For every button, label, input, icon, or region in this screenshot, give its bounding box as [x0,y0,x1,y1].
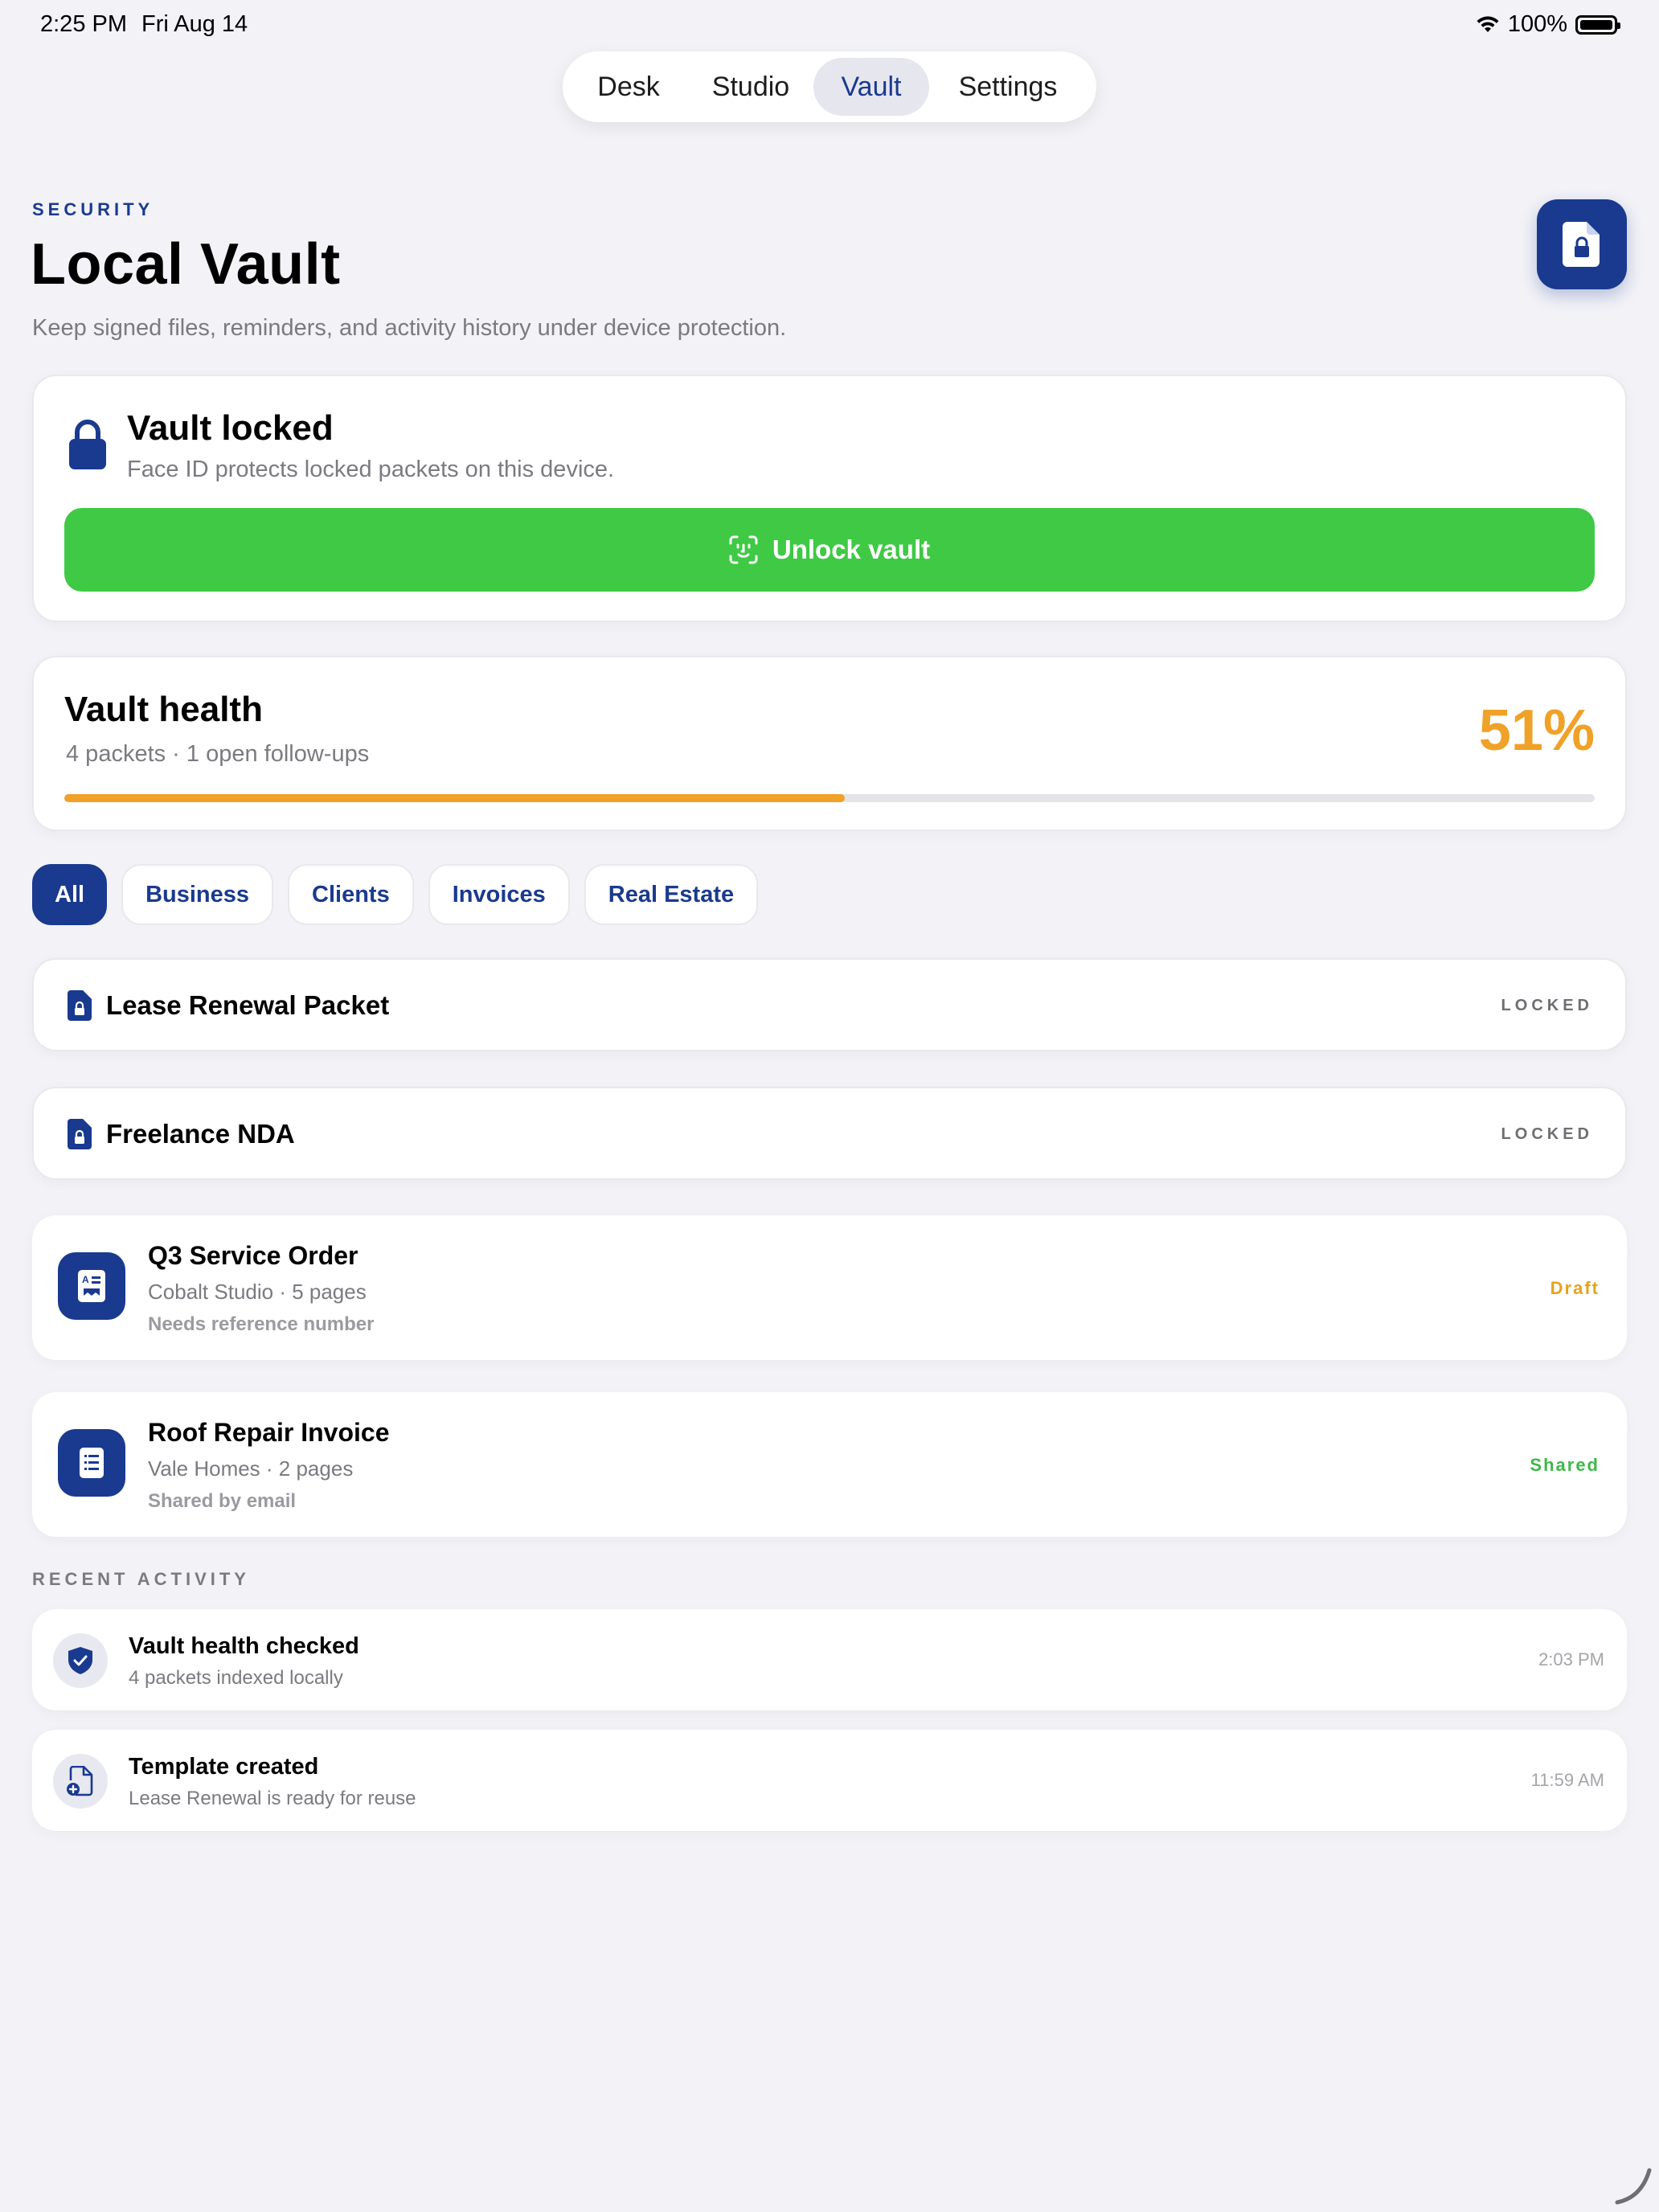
document-meta: Vale Homes · 2 pages [148,1456,354,1481]
locked-packet-row[interactable]: Lease Renewal Packet LOCKED [32,958,1627,1051]
document-title: Roof Repair Invoice [148,1418,390,1447]
health-title: Vault health [64,690,263,729]
activity-time: 11:59 AM [1530,1770,1604,1790]
tab-settings[interactable]: Settings [929,58,1087,116]
health-percent: 51% [1478,698,1595,763]
vault-lock-card: Vault locked Face ID protects locked pac… [32,375,1627,622]
document-note: Shared by email [148,1490,297,1512]
unlock-vault-button[interactable]: Unlock vault [64,508,1595,592]
lock-icon [69,420,106,469]
document-tile: A [58,1252,125,1320]
lock-status-subtitle: Face ID protects locked packets on this … [127,457,615,482]
status-indicators: 100% [1476,11,1620,38]
filter-chip-business[interactable]: Business [121,864,274,925]
activity-icon-badge [53,1754,108,1809]
activity-row[interactable]: Vault health checked 4 packets indexed l… [32,1609,1627,1710]
svg-text:A: A [82,1274,89,1285]
document-row[interactable]: Roof Repair Invoice Vale Homes · 2 pages… [32,1392,1627,1537]
document-add-icon [67,1766,93,1796]
locked-document-icon [68,990,92,1021]
section-eyebrow: SECURITY [32,199,154,219]
tab-studio[interactable]: Studio [688,58,813,116]
health-progress-bar [64,794,1595,802]
packet-title: Lease Renewal Packet [106,990,390,1020]
battery-icon [1575,14,1620,35]
locked-document-button[interactable] [1537,199,1627,289]
activity-subtitle: 4 packets indexed locally [129,1667,343,1689]
locked-document-icon [68,1119,92,1149]
locked-badge: LOCKED [1501,1125,1593,1143]
status-badge: Shared [1530,1455,1600,1475]
unlock-vault-label: Unlock vault [772,535,931,564]
activity-title: Template created [129,1754,319,1780]
document-title: Q3 Service Order [148,1241,358,1270]
document-row[interactable]: A Q3 Service Order Cobalt Studio · 5 pag… [32,1215,1627,1360]
filter-chip-real-estate[interactable]: Real Estate [584,864,759,925]
document-meta: Cobalt Studio · 5 pages [148,1280,367,1304]
activity-icon-badge [53,1633,108,1688]
wifi-icon [1477,15,1499,32]
locked-packet-row[interactable]: Freelance NDA LOCKED [32,1087,1627,1180]
status-bar: 2:25 PM Fri Aug 14 100% [0,0,1659,51]
page-title: Local Vault [31,232,341,297]
filter-chip-clients[interactable]: Clients [288,864,414,925]
form-document-icon: A [78,1270,105,1302]
activity-time: 2:03 PM [1538,1649,1604,1669]
battery-percent: 100% [1507,11,1567,37]
shield-check-icon [68,1647,92,1674]
health-progress-fill [64,794,846,802]
tab-desk[interactable]: Desk [569,58,688,116]
status-badge: Draft [1550,1278,1600,1298]
activity-row[interactable]: Template created Lease Renewal is ready … [32,1730,1627,1831]
document-note: Needs reference number [148,1313,375,1335]
packet-title: Freelance NDA [106,1119,295,1149]
activity-subtitle: Lease Renewal is ready for reuse [129,1788,416,1809]
activity-title: Vault health checked [129,1633,359,1659]
status-date: Fri Aug 14 [141,11,248,37]
status-time: 2:25 PM Fri Aug 14 [40,11,248,38]
page-subtitle: Keep signed files, reminders, and activi… [32,315,787,341]
category-filter-chips: All Business Clients Invoices Real Estat… [32,864,759,925]
vault-health-card: Vault health 4 packets · 1 open follow-u… [32,656,1627,831]
top-tab-bar: Desk Studio Vault Settings [563,51,1096,122]
face-id-icon [729,535,758,564]
locked-document-icon [1563,222,1600,267]
tab-vault[interactable]: Vault [813,58,929,116]
filter-chip-invoices[interactable]: Invoices [428,864,570,925]
recent-activity-heading: RECENT ACTIVITY [32,1569,250,1589]
document-tile [58,1429,125,1497]
health-subtitle: 4 packets · 1 open follow-ups [66,741,370,767]
scroll-indicator-icon [1615,2168,1652,2205]
status-clock: 2:25 PM [40,11,127,37]
filter-chip-all[interactable]: All [32,864,108,925]
lock-status-title: Vault locked [127,408,334,448]
locked-badge: LOCKED [1501,997,1593,1014]
invoice-icon [80,1448,104,1478]
